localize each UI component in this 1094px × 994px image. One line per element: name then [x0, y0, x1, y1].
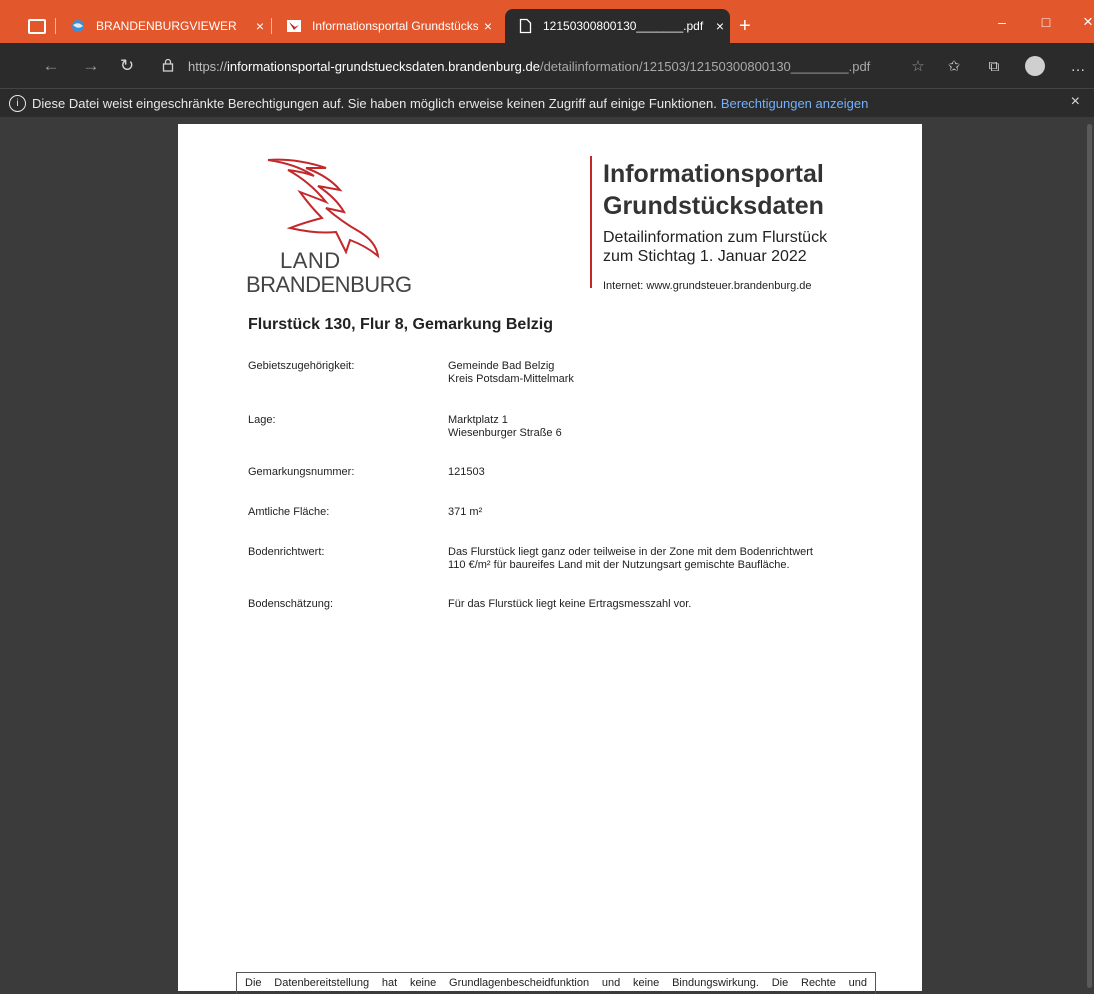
url-scheme: https://	[188, 58, 228, 74]
url-path: /detailinformation/121503/12150300800130…	[539, 58, 871, 74]
refresh-button[interactable]: ↻	[114, 53, 140, 79]
permissions-infobar: i Diese Datei weist eingeschränkte Berec…	[0, 88, 1094, 117]
star-plus-icon: ☆	[911, 58, 925, 75]
tab-close-button[interactable]: ×	[478, 18, 498, 34]
field-label: Gebietszugehörigkeit:	[248, 360, 355, 372]
maximize-button[interactable]: □	[1024, 10, 1068, 34]
header-title-line1: Informationsportal	[603, 160, 824, 188]
field-value-line: Wiesenburger Straße 6	[448, 427, 562, 439]
field-value: Gemeinde Bad Belzig Kreis Potsdam-Mittel…	[448, 360, 928, 386]
parcel-title: Flurstück 130, Flur 8, Gemarkung Belzig	[248, 316, 553, 333]
header-divider	[590, 156, 592, 288]
tab-pdf-active[interactable]: 12150300800130_______.pdf ×	[505, 9, 730, 43]
info-lock-icon	[158, 58, 178, 75]
tab-separator	[271, 18, 272, 34]
tab-label: BRANDENBURGVIEWER	[96, 19, 237, 33]
document-icon	[517, 18, 533, 34]
minimize-button[interactable]: –	[980, 10, 1024, 34]
refresh-icon: ↻	[119, 56, 135, 75]
profile-avatar[interactable]	[1025, 56, 1045, 76]
field-label: Bodenrichtwert:	[248, 546, 325, 558]
field-value: 371 m²	[448, 506, 928, 519]
field-value: Marktplatz 1 Wiesenburger Straße 6	[448, 414, 928, 440]
tab-label: 12150300800130_______.pdf	[543, 19, 704, 33]
header-internet: Internet: www.grundsteuer.brandenburg.de	[603, 280, 812, 292]
tab-close-button[interactable]: ×	[710, 18, 730, 34]
header-subtitle-line1: Detailinformation zum Flurstück	[603, 229, 828, 246]
field-value-line: Marktplatz 1	[448, 414, 508, 426]
field-value: 121503	[448, 466, 928, 479]
logo-land-text: LAND	[280, 248, 341, 273]
address-toolbar: ← → ↻ https://informationsportal-grundst…	[0, 43, 1094, 88]
logo-brandenburg-text: BRANDENBURG	[246, 272, 412, 297]
url-field[interactable]: https://informationsportal-grundstuecksd…	[158, 51, 938, 81]
infobar-close-button[interactable]: ×	[1071, 93, 1080, 111]
globe-icon	[70, 18, 86, 34]
tab-actions-icon	[28, 18, 46, 34]
forward-arrow-icon: →	[82, 56, 100, 75]
field-value-line: Gemeinde Bad Belzig	[448, 360, 555, 372]
plus-icon: +	[739, 14, 751, 37]
header-title-line2: Grundstücksdaten	[603, 192, 824, 220]
tab-label: Informationsportal Grundstücks	[312, 19, 478, 33]
infobar-text: Diese Datei weist eingeschränkte Berecht…	[32, 95, 717, 111]
title-bar: BRANDENBURGVIEWER × Informationsportal G…	[0, 0, 1094, 43]
more-menu-button[interactable]: …	[1066, 55, 1090, 79]
brandenburg-eagle-icon	[286, 18, 302, 34]
back-button[interactable]: ←	[38, 53, 64, 79]
back-arrow-icon: ←	[42, 56, 60, 75]
pdf-page: LAND BRANDENBURG Informationsportal Grun…	[178, 124, 922, 994]
tab-close-button[interactable]: ×	[250, 18, 270, 34]
field-value-line: Das Flurstück liegt ganz oder teilweise …	[448, 546, 813, 558]
new-tab-button[interactable]: +	[733, 9, 763, 43]
info-icon: i	[9, 94, 26, 112]
add-favorite-button[interactable]: ☆	[906, 55, 930, 79]
tab-informationsportal[interactable]: Informationsportal Grundstücks ×	[274, 9, 498, 43]
show-permissions-link[interactable]: Berechtigungen anzeigen	[721, 96, 868, 111]
land-brandenburg-logo: LAND BRANDENBURG	[246, 156, 426, 302]
collections-icon: ⧉	[988, 58, 1000, 75]
field-label: Bodenschätzung:	[248, 598, 334, 610]
url-host: informationsportal-grundstuecksdaten.bra…	[227, 58, 540, 74]
field-value: Für das Flurstück liegt keine Ertragsmes…	[448, 598, 928, 611]
document-header: Informationsportal Grundstücksdaten Deta…	[603, 158, 827, 292]
favorites-icon: ✩	[947, 58, 961, 75]
header-subtitle-line2: zum Stichtag 1. Januar 2022	[603, 248, 807, 265]
tab-separator	[55, 18, 56, 34]
forward-button[interactable]: →	[78, 53, 104, 79]
close-window-button[interactable]: ×	[1066, 10, 1094, 34]
field-value-line: 121503	[448, 466, 485, 478]
vertical-scrollbar[interactable]	[1087, 124, 1092, 988]
field-label: Gemarkungsnummer:	[248, 466, 355, 478]
field-value: Das Flurstück liegt ganz oder teilweise …	[448, 546, 928, 572]
field-value-line: 371 m²	[448, 506, 483, 518]
favorites-button[interactable]: ✩	[942, 55, 966, 79]
tab-brandenburgviewer[interactable]: BRANDENBURGVIEWER ×	[58, 9, 270, 43]
field-label: Amtliche Fläche:	[248, 506, 330, 518]
collections-button[interactable]: ⧉	[982, 55, 1006, 79]
field-value-line: 110 €/m² für baureifes Land mit der Nutz…	[448, 559, 790, 571]
field-label: Lage:	[248, 414, 276, 426]
field-value-line: Kreis Potsdam-Mittelmark	[448, 373, 574, 385]
tab-actions-button[interactable]	[22, 12, 52, 40]
field-value-line: Für das Flurstück liegt keine Ertragsmes…	[448, 598, 692, 610]
more-dots-icon: …	[1070, 58, 1086, 75]
